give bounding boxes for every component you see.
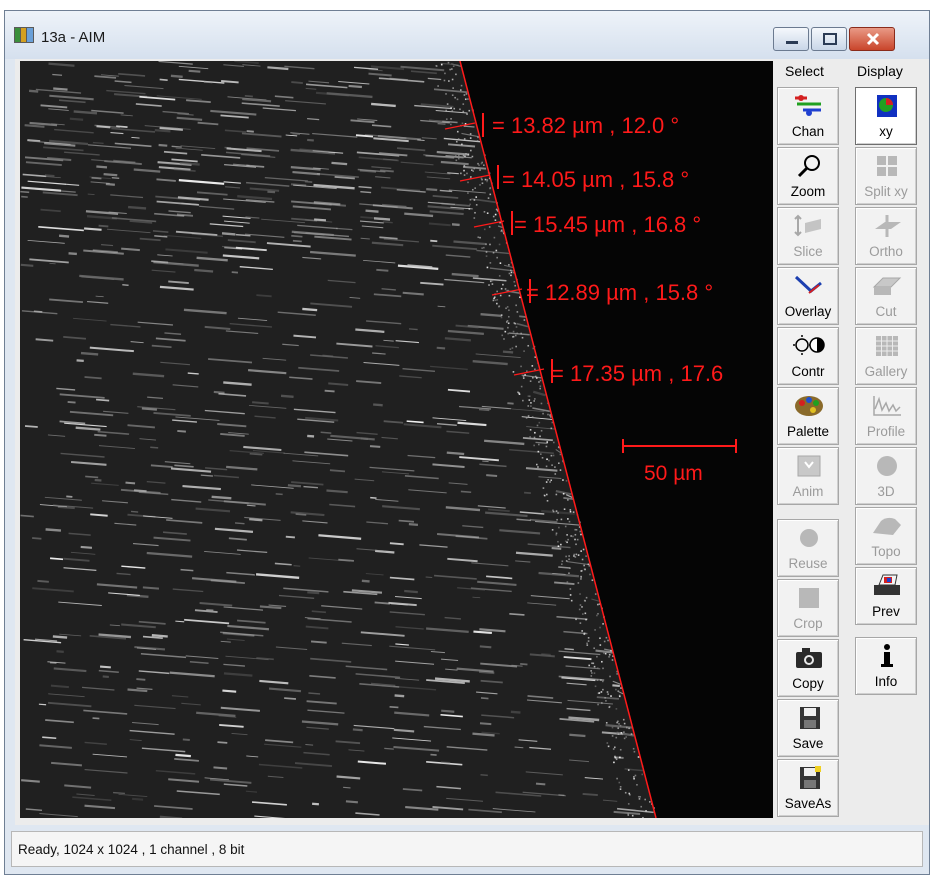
measurement-label: = 12.89 µm , 15.8 ° [526, 280, 714, 305]
app-window: 13a - AIM = 13.82 µm , 12.0 ° = 14.05 µm… [4, 10, 930, 875]
minimize-button[interactable] [773, 27, 809, 51]
contrast-icon [793, 335, 825, 355]
palette-button[interactable]: Palette [777, 387, 839, 445]
palette-icon [795, 396, 823, 416]
overlay-label: Overlay [784, 304, 832, 319]
title-bar[interactable]: 13a - AIM [5, 11, 929, 59]
overlay-icon [794, 275, 822, 294]
floppy-icon [800, 707, 820, 729]
ortho-button[interactable]: Ortho [855, 207, 917, 265]
microscope-image-view[interactable]: = 13.82 µm , 12.0 ° = 14.05 µm , 15.8 ° … [20, 61, 773, 818]
info-icon [881, 644, 893, 667]
zoom-label: Zoom [790, 184, 826, 199]
cut-button[interactable]: Cut [855, 267, 917, 325]
maximize-button[interactable] [811, 27, 847, 51]
copy-button[interactable]: Copy [777, 639, 839, 697]
tool-panel: Select Display Chan Zoom Slice Overlay C… [775, 59, 929, 825]
xy-view-icon [877, 95, 897, 117]
zoom-button[interactable]: Zoom [777, 147, 839, 205]
status-bar: Ready, 1024 x 1024 , 1 channel , 8 bit [11, 831, 923, 867]
contr-label: Contr [791, 364, 825, 379]
saveas-button[interactable]: SaveAs [777, 759, 839, 817]
floppy-saveas-icon [800, 766, 821, 789]
slice-button[interactable]: Slice [777, 207, 839, 265]
xy-button[interactable]: xy [855, 87, 917, 145]
info-button[interactable]: Info [855, 637, 917, 695]
chan-button[interactable]: Chan [777, 87, 839, 145]
ortho-icon [875, 215, 901, 237]
magnifier-icon [797, 155, 820, 178]
select-column-header: Select [785, 63, 824, 79]
gallery-button[interactable]: Gallery [855, 327, 917, 385]
3d-label: 3D [877, 484, 895, 499]
saveas-label: SaveAs [784, 796, 832, 811]
slice-label: Slice [793, 244, 823, 259]
info-label: Info [874, 674, 898, 689]
gallery-grid-icon [876, 336, 898, 356]
profile-button[interactable]: Profile [855, 387, 917, 445]
split-xy-button[interactable]: Split xy [855, 147, 917, 205]
crop-button[interactable]: Crop [777, 579, 839, 637]
scale-bar-label: 50 µm [644, 462, 703, 485]
prev-label: Prev [872, 604, 900, 619]
profile-icon [873, 396, 901, 416]
copy-label: Copy [792, 676, 824, 691]
measurement-label: = 14.05 µm , 15.8 ° [502, 167, 690, 192]
slice-icon [794, 214, 821, 237]
prev-button[interactable]: Prev [855, 567, 917, 625]
maximize-icon [823, 33, 837, 45]
topo-icon [873, 517, 901, 535]
ortho-label: Ortho [869, 244, 903, 259]
save-label: Save [792, 736, 824, 751]
crop-icon [799, 588, 819, 608]
split-xy-label: Split xy [864, 184, 908, 199]
topo-button[interactable]: Topo [855, 507, 917, 565]
close-button[interactable] [849, 27, 895, 51]
chan-label: Chan [791, 124, 825, 139]
gallery-label: Gallery [864, 364, 908, 379]
reuse-icon [800, 529, 818, 547]
3d-button[interactable]: 3D [855, 447, 917, 505]
client-area: = 13.82 µm , 12.0 ° = 14.05 µm , 15.8 ° … [15, 59, 929, 825]
printer-icon [874, 574, 900, 595]
sphere-icon [877, 456, 897, 476]
reuse-button[interactable]: Reuse [777, 519, 839, 577]
overlay-button[interactable]: Overlay [777, 267, 839, 325]
camera-icon [796, 648, 822, 668]
measurement-label: = 15.45 µm , 16.8 ° [514, 212, 702, 237]
profile-label: Profile [866, 424, 906, 439]
measurement-label: = 17.35 µm , 17.6 [551, 361, 724, 386]
cut-icon [872, 277, 902, 295]
minimize-icon [786, 41, 798, 44]
anim-label: Anim [792, 484, 824, 499]
split-grid-icon [877, 156, 897, 176]
save-button[interactable]: Save [777, 699, 839, 757]
window-title: 13a - AIM [41, 29, 106, 46]
app-icon [14, 27, 34, 43]
anim-button[interactable]: Anim [777, 447, 839, 505]
topo-label: Topo [871, 544, 901, 559]
xy-label: xy [879, 124, 893, 139]
channels-icon [795, 95, 821, 116]
close-icon [866, 32, 880, 46]
status-text: Ready, 1024 x 1024 , 1 channel , 8 bit [18, 842, 245, 857]
crop-label: Crop [793, 616, 823, 631]
display-column-header: Display [857, 63, 903, 79]
cut-label: Cut [875, 304, 897, 319]
measurement-label: = 13.82 µm , 12.0 ° [492, 113, 680, 138]
reuse-label: Reuse [788, 556, 828, 571]
contr-button[interactable]: Contr [777, 327, 839, 385]
palette-label: Palette [786, 424, 830, 439]
animation-icon [797, 455, 821, 477]
